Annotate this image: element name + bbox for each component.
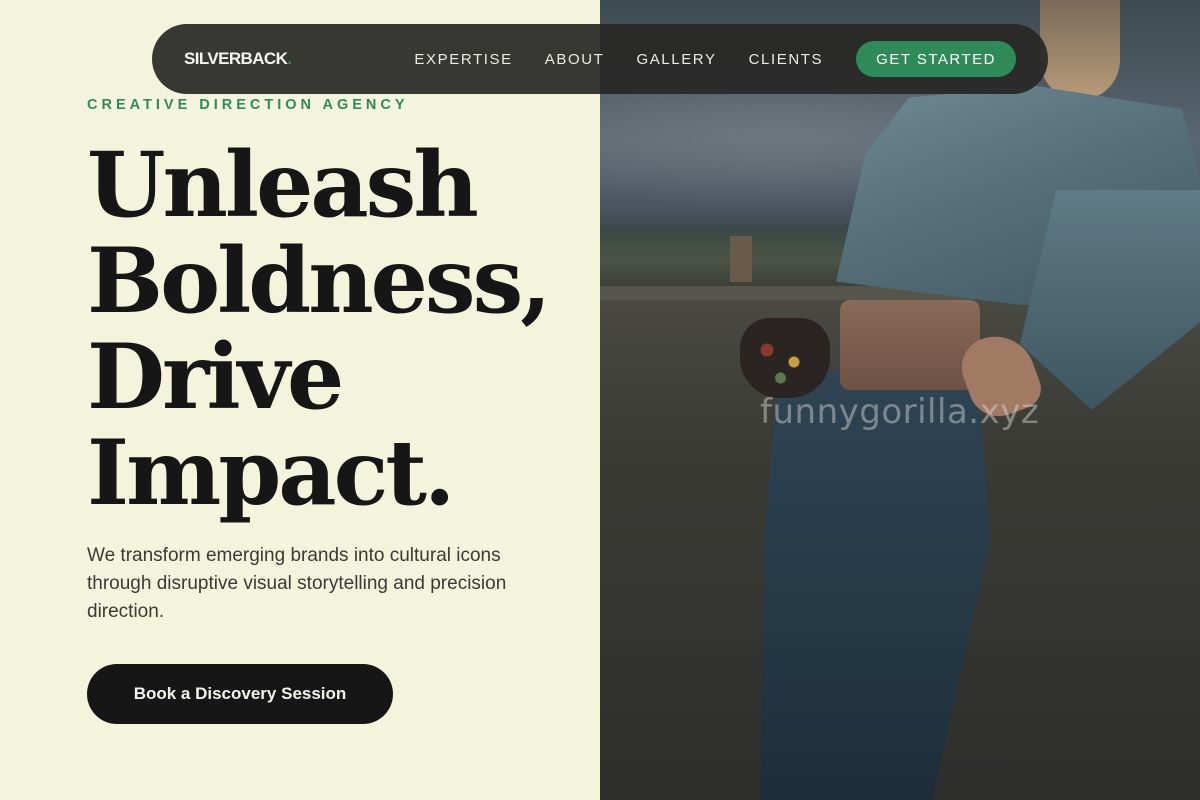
model-hair [1040,0,1120,100]
headline-line-3: Drive [87,324,344,430]
nav-link-clients[interactable]: CLIENTS [749,51,824,68]
nav-link-gallery[interactable]: GALLERY [636,51,716,68]
city-tower [730,236,752,282]
model-torso [840,300,980,390]
headline-line-4: Impact. [87,420,455,526]
hero-subtext: We transform emerging brands into cultur… [87,545,507,622]
headline-line-1: Unleash [87,132,479,238]
eyebrow-tagline: CREATIVE DIRECTION AGENCY [87,97,409,113]
get-started-button[interactable]: GET STARTED [856,41,1016,77]
headline-line-2: Boldness, [87,228,552,334]
navbar: SILVERBACK. EXPERTISE ABOUT GALLERY CLIE… [152,24,1048,94]
logo-dot: . [287,49,292,68]
nav-links: EXPERTISE ABOUT GALLERY CLIENTS [414,51,823,68]
logo-text: SILVERBACK [184,49,288,68]
watermark: funnygorilla.xyz [760,392,1040,432]
model-beaded-bag [740,318,830,398]
book-discovery-session-button[interactable]: Book a Discovery Session [87,664,393,724]
nav-link-expertise[interactable]: EXPERTISE [414,51,512,68]
hero-headline: Unleash Boldness, Drive Impact. [87,137,587,521]
logo[interactable]: SILVERBACK. [184,49,292,69]
nav-link-about[interactable]: ABOUT [545,51,605,68]
